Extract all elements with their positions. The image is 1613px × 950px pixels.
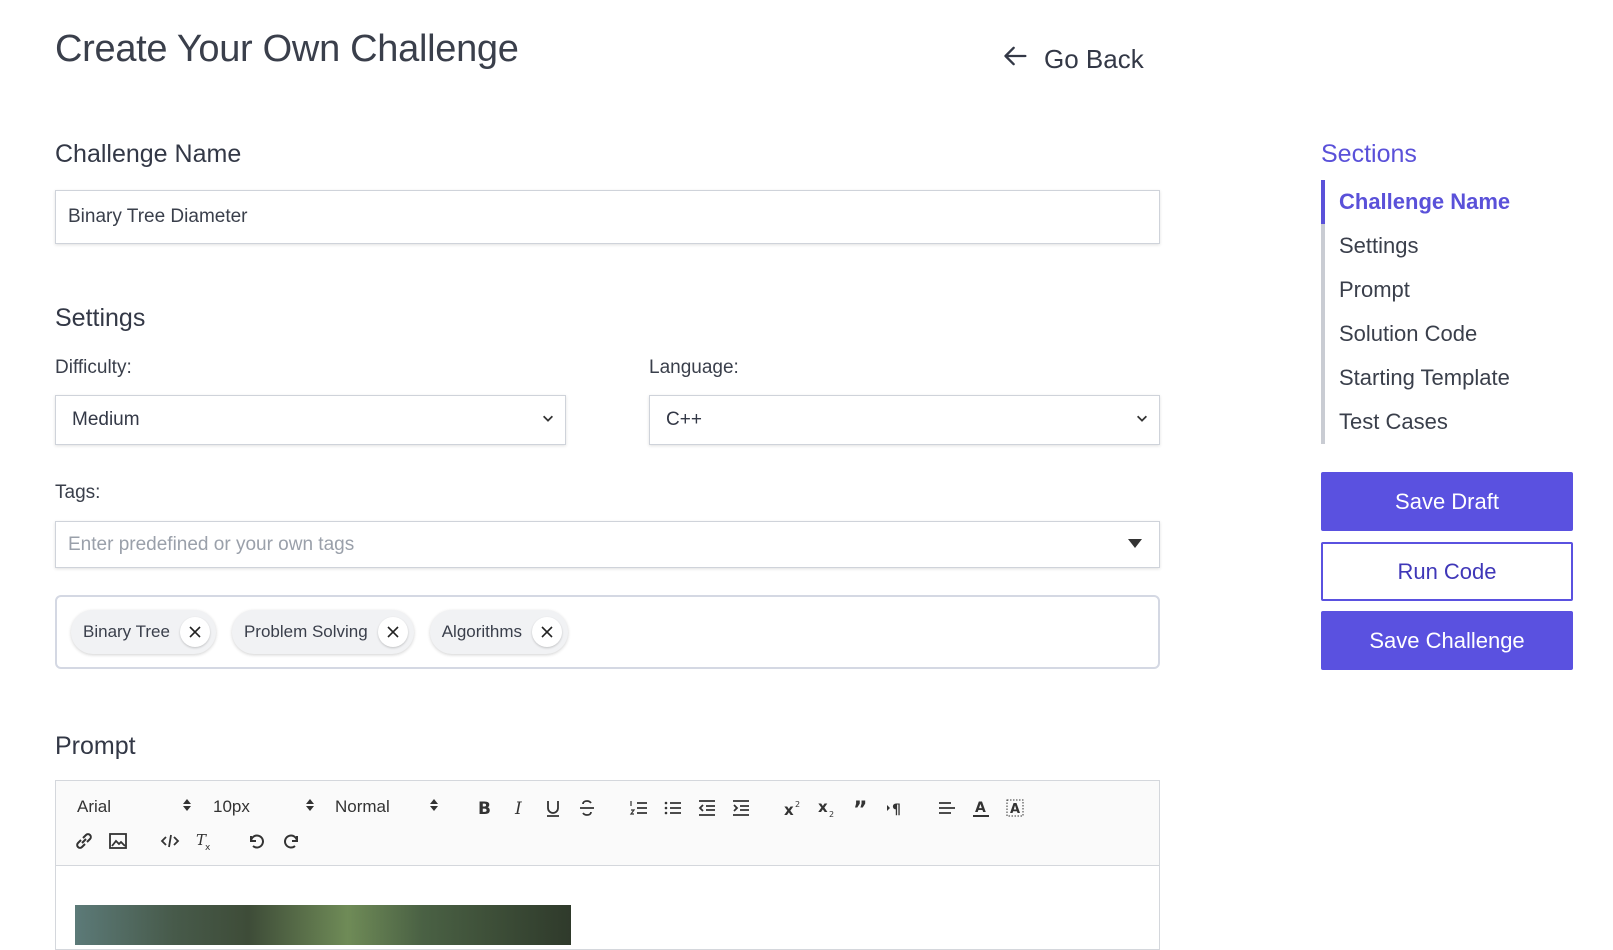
language-select[interactable]: C++ <box>649 395 1160 445</box>
tag-chip: Problem Solving <box>231 610 414 654</box>
sections-nav: Challenge Name Settings Prompt Solution … <box>1321 180 1510 444</box>
nav-item-prompt[interactable]: Prompt <box>1325 268 1510 312</box>
undo-icon[interactable] <box>243 828 269 854</box>
challenge-name-heading: Challenge Name <box>55 140 242 168</box>
tag-chip-label: Problem Solving <box>243 622 368 641</box>
remove-tag-button[interactable] <box>377 617 408 647</box>
close-icon <box>189 626 201 638</box>
subscript-icon[interactable]: x2 <box>814 795 840 821</box>
blockquote-icon[interactable]: ” <box>848 795 874 821</box>
close-icon <box>387 626 399 638</box>
font-family-select[interactable]: Arial <box>77 797 192 817</box>
sort-arrows-icon <box>429 797 439 817</box>
code-icon[interactable] <box>157 828 183 854</box>
font-family-value: Arial <box>77 797 112 816</box>
paragraph-format-select[interactable]: Normal <box>335 797 439 817</box>
tags-label: Tags: <box>55 482 101 503</box>
paragraph-format-value: Normal <box>335 797 390 816</box>
go-back-link[interactable]: Go Back <box>1002 42 1144 77</box>
svg-text:B: B <box>478 799 491 818</box>
page-title: Create Your Own Challenge <box>55 28 519 70</box>
run-code-button[interactable]: Run Code <box>1321 542 1573 601</box>
svg-text:A: A <box>1010 802 1020 817</box>
nav-item-settings[interactable]: Settings <box>1325 224 1510 268</box>
nav-item-starting-template[interactable]: Starting Template <box>1325 356 1510 400</box>
language-value: C++ <box>666 409 702 430</box>
save-draft-button[interactable]: Save Draft <box>1321 472 1573 531</box>
svg-text:¶: ¶ <box>892 802 901 818</box>
caret-down-icon[interactable] <box>1127 536 1143 554</box>
text-color-icon[interactable]: A <box>968 795 994 821</box>
sections-title: Sections <box>1321 140 1417 168</box>
nav-item-solution-code[interactable]: Solution Code <box>1325 312 1510 356</box>
prompt-image <box>75 905 571 945</box>
text-direction-icon[interactable]: ¶ <box>882 795 908 821</box>
remove-tag-button[interactable] <box>179 617 210 647</box>
underline-icon[interactable] <box>540 795 566 821</box>
tag-chip: Algorithms <box>429 610 569 654</box>
tags-placeholder: Enter predefined or your own tags <box>68 533 355 555</box>
svg-text:x: x <box>205 843 211 851</box>
chevron-down-icon <box>1135 409 1149 431</box>
align-left-icon[interactable] <box>934 795 960 821</box>
tag-chip-label: Algorithms <box>441 622 523 641</box>
tag-chip: Binary Tree <box>71 610 216 654</box>
outdent-icon[interactable] <box>694 795 720 821</box>
nav-item-test-cases[interactable]: Test Cases <box>1325 400 1510 444</box>
background-color-icon[interactable]: A <box>1002 795 1028 821</box>
svg-text:”: ” <box>853 798 867 818</box>
indent-icon[interactable] <box>728 795 754 821</box>
font-size-select[interactable]: 10px <box>213 797 315 817</box>
bullet-list-icon[interactable] <box>660 795 686 821</box>
image-icon[interactable] <box>105 828 131 854</box>
svg-text:2: 2 <box>829 810 834 818</box>
settings-heading: Settings <box>55 304 146 332</box>
italic-icon[interactable]: I <box>506 795 532 821</box>
nav-item-challenge-name[interactable]: Challenge Name <box>1321 180 1510 224</box>
sort-arrows-icon <box>305 797 315 817</box>
selected-tags-box: Binary Tree Problem Solving Algorithms <box>55 595 1160 669</box>
svg-text:A: A <box>975 800 986 816</box>
arrow-left-icon <box>1002 42 1030 77</box>
sort-arrows-icon <box>182 797 192 817</box>
prompt-heading: Prompt <box>55 732 136 760</box>
svg-text:x: x <box>784 801 794 818</box>
difficulty-label: Difficulty: <box>55 357 132 378</box>
link-icon[interactable] <box>71 828 97 854</box>
font-size-value: 10px <box>213 797 250 816</box>
clear-format-icon[interactable]: Tx <box>191 828 217 854</box>
svg-text:x: x <box>818 798 828 816</box>
svg-text:2: 2 <box>795 800 800 809</box>
difficulty-select[interactable]: Medium <box>55 395 566 445</box>
bold-icon[interactable]: B <box>471 795 497 821</box>
redo-icon[interactable] <box>279 828 305 854</box>
tag-chip-label: Binary Tree <box>83 622 170 641</box>
close-icon <box>541 626 553 638</box>
remove-tag-button[interactable] <box>532 617 563 647</box>
chevron-down-icon <box>541 409 555 431</box>
superscript-icon[interactable]: x2 <box>780 795 806 821</box>
ordered-list-icon[interactable] <box>626 795 652 821</box>
go-back-label: Go Back <box>1044 44 1144 74</box>
language-label: Language: <box>649 357 739 378</box>
editor-toolbar: Arial 10px Normal B I x2 x2 ” ¶ A A Tx <box>56 781 1159 866</box>
strikethrough-icon[interactable] <box>574 795 600 821</box>
svg-text:I: I <box>514 799 522 818</box>
difficulty-value: Medium <box>72 409 140 430</box>
challenge-name-input[interactable] <box>55 190 1160 244</box>
tags-input[interactable]: Enter predefined or your own tags <box>55 521 1160 568</box>
prompt-editor: Arial 10px Normal B I x2 x2 ” ¶ A A Tx <box>55 780 1160 950</box>
save-challenge-button[interactable]: Save Challenge <box>1321 611 1573 670</box>
